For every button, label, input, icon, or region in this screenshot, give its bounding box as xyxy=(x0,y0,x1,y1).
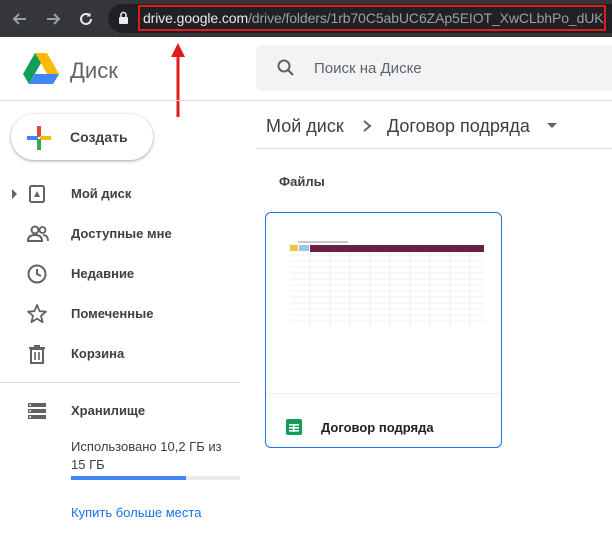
shared-icon xyxy=(26,225,49,242)
url-host: drive.google.com xyxy=(143,10,249,26)
file-thumbnail xyxy=(290,237,484,327)
clock-icon xyxy=(27,264,47,284)
sidebar-divider xyxy=(0,382,240,383)
sidebar-item-my-drive[interactable]: Мой диск xyxy=(0,178,240,210)
file-name: Договор подряда xyxy=(321,420,434,435)
trash-icon xyxy=(29,345,45,364)
forward-arrow-icon xyxy=(47,13,61,25)
storage-progress-fill xyxy=(71,476,186,480)
sidebar-item-recent[interactable]: Недавние xyxy=(0,258,240,290)
expand-caret-icon[interactable] xyxy=(12,189,17,199)
forward-button[interactable] xyxy=(42,8,64,30)
create-new-label: Создать xyxy=(70,129,128,145)
main-divider xyxy=(256,148,612,149)
section-title: Файлы xyxy=(279,174,325,189)
reload-button[interactable] xyxy=(75,8,97,30)
file-card-divider xyxy=(266,393,501,394)
buy-storage-link[interactable]: Купить больше места xyxy=(71,505,201,520)
chevron-down-icon[interactable] xyxy=(547,123,557,128)
sidebar-item-shared[interactable]: Доступные мне xyxy=(0,218,240,250)
back-button[interactable] xyxy=(9,8,31,30)
reload-icon xyxy=(80,12,92,25)
star-icon xyxy=(27,304,47,324)
header-divider xyxy=(0,100,612,101)
sidebar-item-trash[interactable]: Корзина xyxy=(0,338,240,370)
sidebar-item-label: Помеченные xyxy=(71,306,154,321)
chevron-right-icon xyxy=(363,120,372,132)
sheets-icon xyxy=(286,419,302,435)
storage-icon xyxy=(28,403,46,419)
back-arrow-icon xyxy=(12,13,26,25)
storage-used-text: Использовано 10,2 ГБ из 15 ГБ xyxy=(71,439,222,472)
sidebar-item-label: Корзина xyxy=(71,346,125,361)
drive-logo-icon[interactable] xyxy=(22,52,60,86)
breadcrumb-current-folder[interactable]: Договор подряда xyxy=(387,116,530,137)
sidebar-item-label: Недавние xyxy=(71,266,135,281)
search-bar[interactable] xyxy=(256,45,612,91)
url-text[interactable]: drive.google.com/drive/folders/1rb70C5ab… xyxy=(143,10,604,26)
storage-progress-bar xyxy=(71,476,240,480)
plus-icon xyxy=(27,126,51,150)
browser-toolbar: drive.google.com/drive/folders/1rb70C5ab… xyxy=(0,0,612,37)
lock-icon[interactable] xyxy=(118,11,129,30)
sidebar-item-starred[interactable]: Помеченные xyxy=(0,298,240,330)
file-card[interactable]: Договор подряда xyxy=(265,212,502,448)
storage-label: Хранилище xyxy=(71,403,146,418)
search-icon[interactable] xyxy=(276,58,296,78)
app-title[interactable]: Диск xyxy=(70,58,118,84)
breadcrumb-my-drive[interactable]: Мой диск xyxy=(266,116,344,137)
annotation-arrow-icon xyxy=(171,43,185,117)
my-drive-icon xyxy=(29,185,45,203)
search-input[interactable]: Поиск на Диске xyxy=(314,60,422,77)
url-path: /drive/folders/1rb70C5abUC6ZAp5EIOT_XwCL… xyxy=(248,10,604,26)
sidebar-item-label: Доступные мне xyxy=(71,226,172,241)
sidebar-item-storage[interactable]: Хранилище xyxy=(0,395,240,427)
sidebar-item-label: Мой диск xyxy=(71,186,132,201)
